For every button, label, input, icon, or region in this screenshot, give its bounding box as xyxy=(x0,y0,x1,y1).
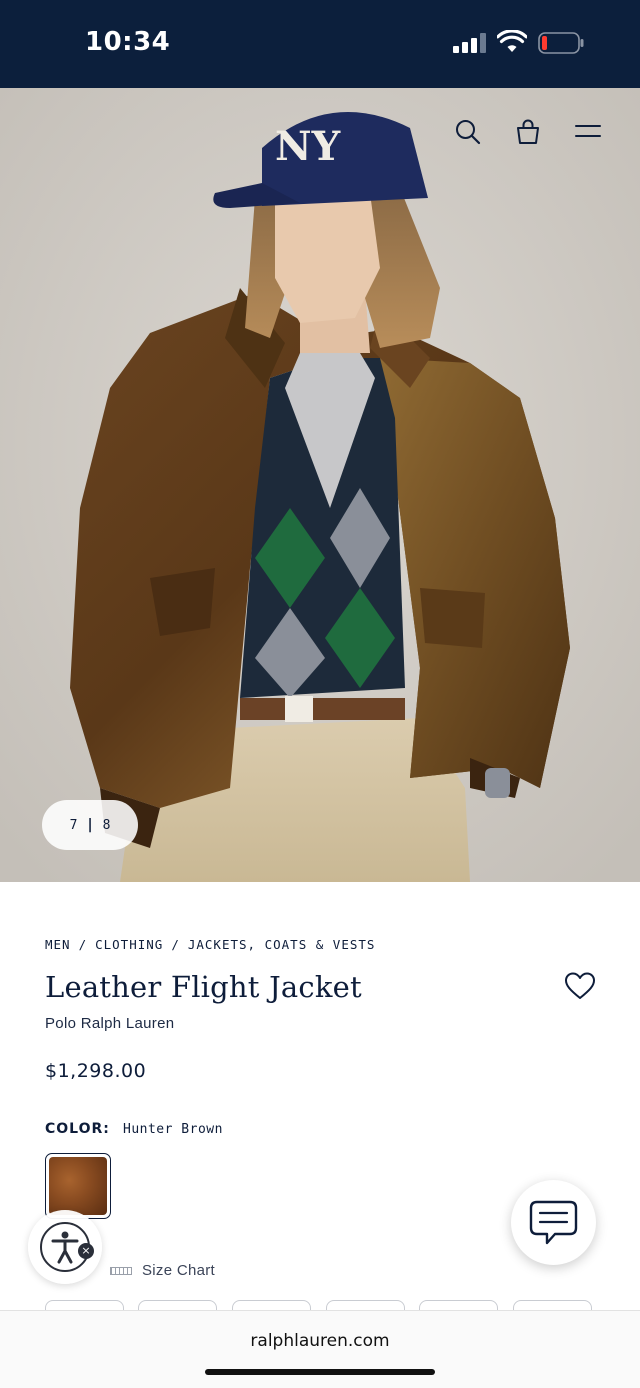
ruler-icon xyxy=(110,1266,132,1275)
color-swatch-hunter-brown[interactable] xyxy=(45,1153,111,1219)
product-brand: Polo Ralph Lauren xyxy=(45,1015,175,1032)
battery-low-icon xyxy=(538,32,584,54)
chat-button[interactable] xyxy=(511,1180,596,1265)
wifi-icon xyxy=(497,30,527,52)
search-icon[interactable] xyxy=(454,118,482,146)
status-bar: 10:34 xyxy=(0,0,640,88)
product-image[interactable]: NY 7 | 8 xyxy=(0,88,640,882)
home-indicator[interactable] xyxy=(205,1369,435,1375)
cellular-signal-icon xyxy=(453,33,487,53)
url-text[interactable]: ralphlauren.com xyxy=(0,1331,640,1351)
breadcrumb-separator: / xyxy=(78,937,88,952)
color-label: COLOR: xyxy=(45,1121,110,1137)
product-title: Leather Flight Jacket xyxy=(45,970,362,1004)
wishlist-heart-icon[interactable] xyxy=(564,971,596,1001)
accessibility-button[interactable]: × xyxy=(28,1210,102,1284)
chat-bubble-icon xyxy=(529,1200,578,1245)
status-time: 10:34 xyxy=(85,27,171,57)
breadcrumb: MEN / CLOTHING / JACKETS, COATS & VESTS xyxy=(45,937,375,952)
close-icon[interactable]: × xyxy=(78,1243,94,1259)
breadcrumb-item-clothing[interactable]: CLOTHING xyxy=(95,937,163,952)
image-pager: 7 | 8 xyxy=(42,800,138,850)
cap-logo: NY xyxy=(275,123,341,170)
product-photo: NY xyxy=(0,88,640,882)
shopping-bag-icon[interactable] xyxy=(514,118,542,146)
product-price: $1,298.00 xyxy=(45,1060,147,1082)
pager-current: 7 xyxy=(69,817,78,833)
breadcrumb-item-men[interactable]: MEN xyxy=(45,937,71,952)
pager-separator: | xyxy=(87,817,93,833)
browser-url-bar[interactable]: ralphlauren.com xyxy=(0,1310,640,1388)
swatch-fill xyxy=(49,1157,107,1215)
breadcrumb-separator: / xyxy=(171,937,180,952)
size-chart-row[interactable]: Size Chart xyxy=(110,1262,215,1279)
hamburger-menu-icon[interactable] xyxy=(574,122,602,144)
pager-total: 8 xyxy=(102,817,111,833)
color-value: Hunter Brown xyxy=(123,1122,223,1137)
breadcrumb-item-jackets[interactable]: JACKETS, COATS & VESTS xyxy=(188,937,376,952)
size-chart-link[interactable]: Size Chart xyxy=(142,1262,215,1279)
